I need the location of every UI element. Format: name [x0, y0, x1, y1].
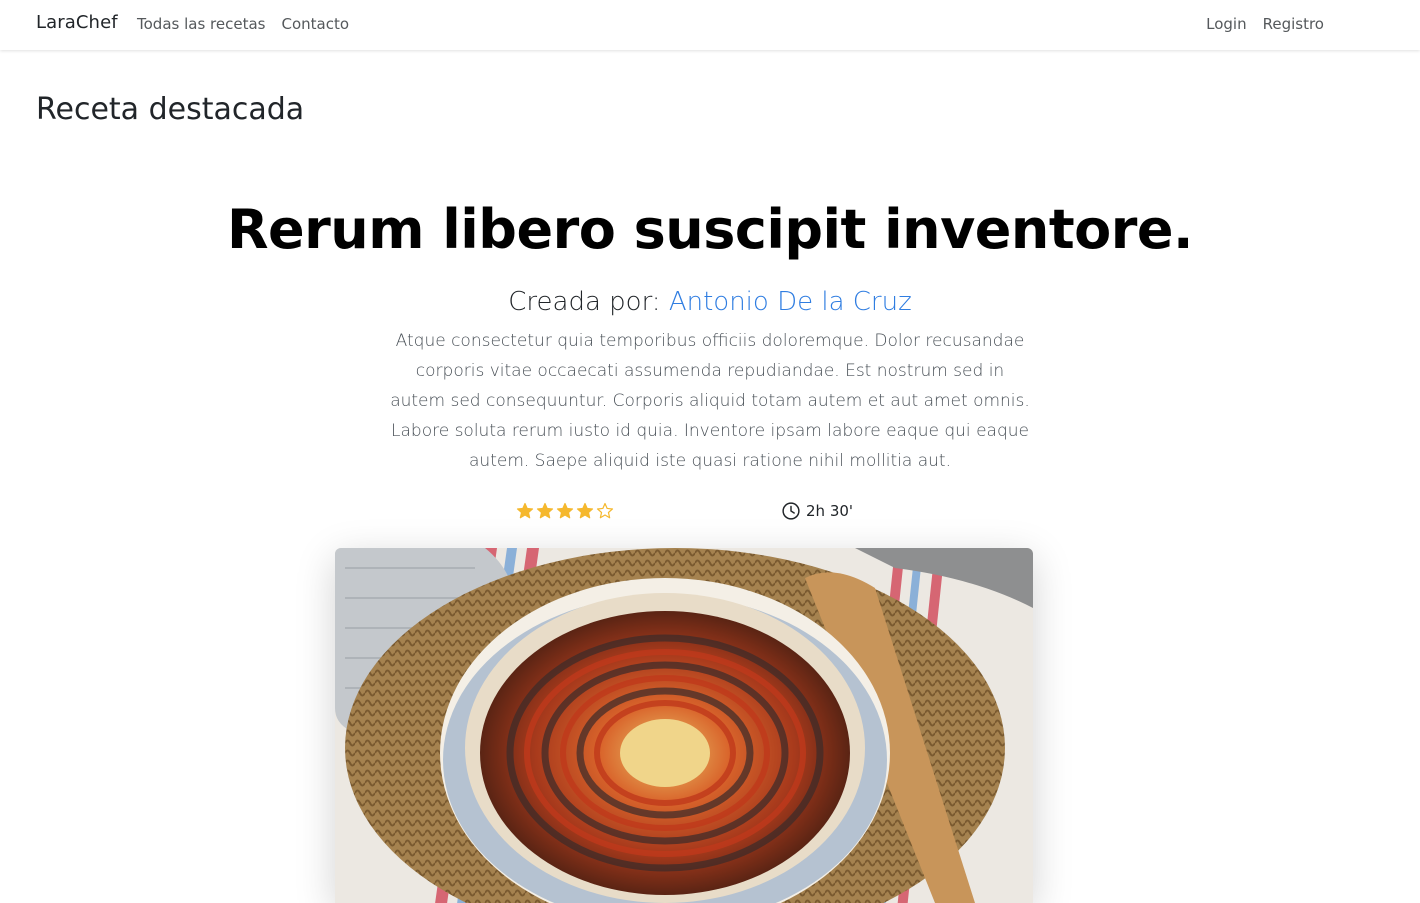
recipe-description: Atque consectetur quia temporibus offici… — [390, 331, 1030, 471]
recipe-image — [335, 548, 1033, 903]
featured-recipe: Rerum libero suscipit inventore. Creada … — [0, 190, 1420, 476]
star-filled-icon — [576, 502, 594, 519]
nav-link-contacto[interactable]: Contacto — [281, 15, 349, 33]
star-filled-icon — [516, 502, 534, 519]
nav-link-todas-las-recetas[interactable]: Todas las recetas — [137, 15, 265, 33]
navbar: LaraChef Todas las recetas Contacto Logi… — [0, 0, 1420, 50]
rating-stars — [516, 502, 614, 520]
section-title: Receta destacada — [36, 92, 305, 127]
star-filled-icon — [536, 502, 554, 519]
nav-link-registro[interactable]: Registro — [1263, 15, 1324, 33]
cook-time-value: 2h 30' — [806, 502, 854, 520]
cook-time: 2h 30' — [782, 502, 853, 520]
author-prefix: Creada por: — [508, 287, 661, 317]
nav-left: Todas las recetas Contacto — [137, 15, 349, 33]
recipe-title: Rerum libero suscipit inventore. — [226, 198, 1194, 261]
brand-logo[interactable]: LaraChef — [36, 12, 118, 33]
recipe-meta: 2h 30' — [0, 500, 1420, 524]
nav-right: Login Registro — [1206, 15, 1324, 33]
star-empty-icon — [596, 502, 614, 519]
ratatouille-dish-image — [335, 548, 1033, 903]
author-line: Creada por: Antonio De la Cruz — [0, 282, 1420, 322]
author-link[interactable]: Antonio De la Cruz — [669, 287, 912, 317]
nav-link-login[interactable]: Login — [1206, 15, 1246, 33]
clock-icon — [782, 502, 800, 520]
star-filled-icon — [556, 502, 574, 519]
